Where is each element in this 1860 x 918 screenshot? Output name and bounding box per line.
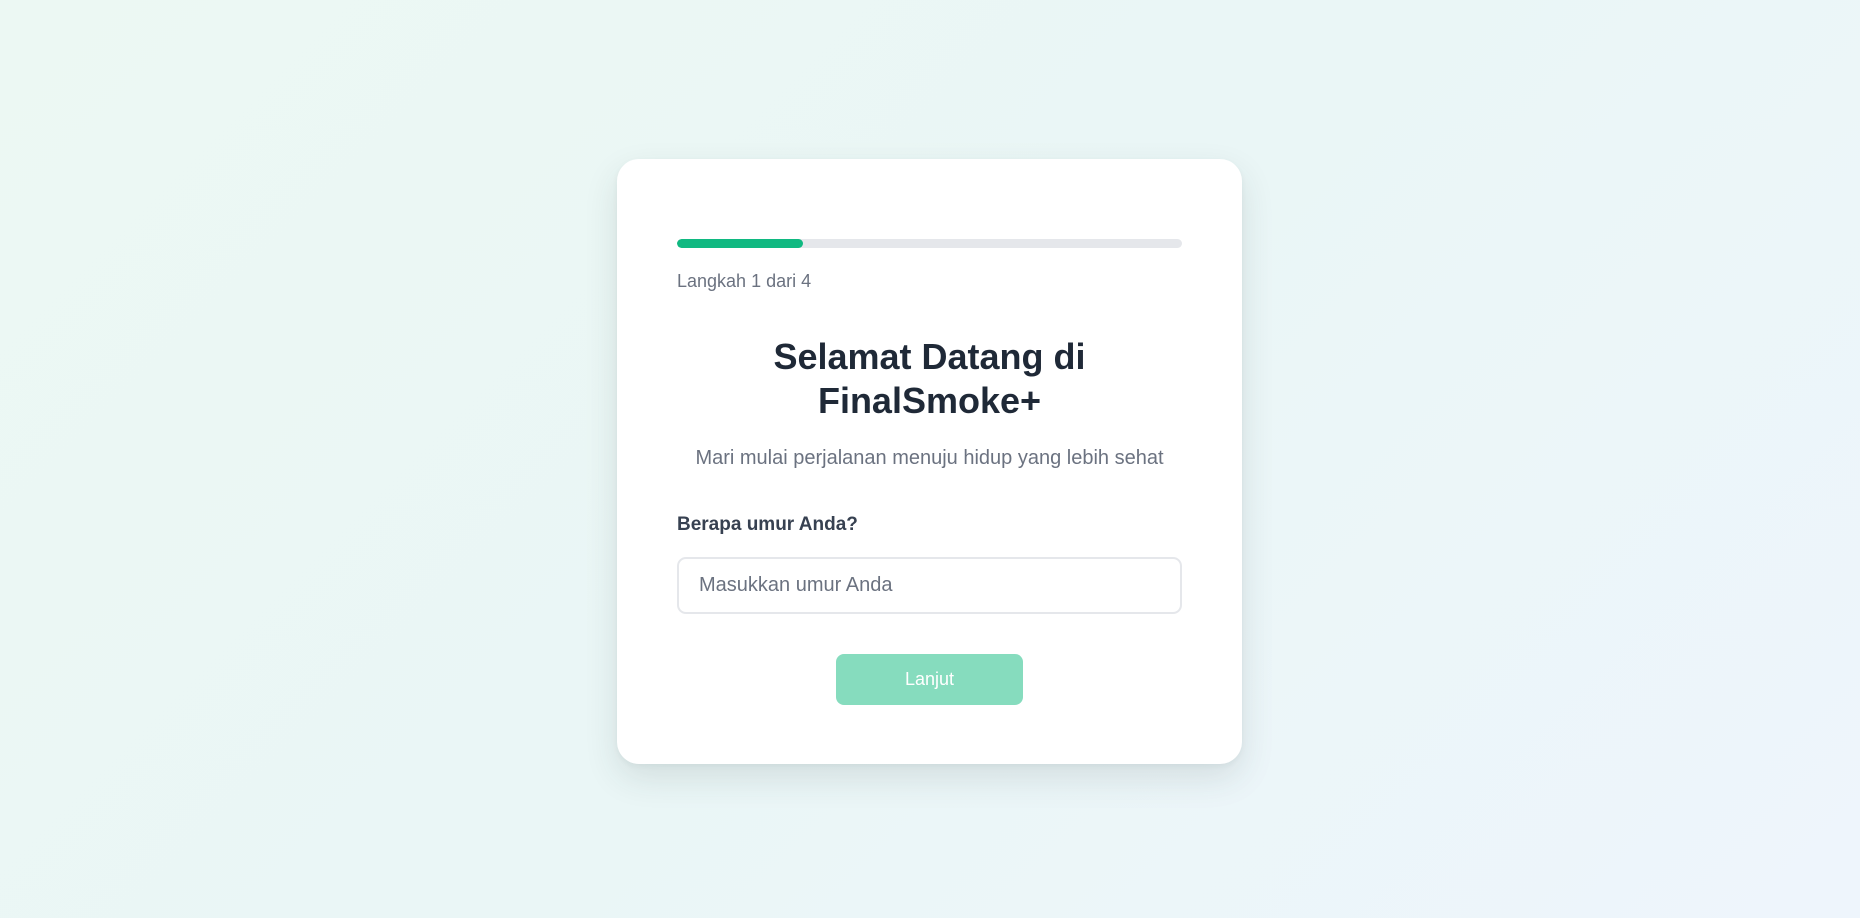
onboarding-card: Langkah 1 dari 4 Selamat Datang di Final… (617, 159, 1242, 764)
page-title: Selamat Datang di FinalSmoke+ (773, 336, 1086, 421)
next-button[interactable]: Lanjut (836, 654, 1023, 705)
progress-bar-fill (677, 239, 804, 248)
page-subtitle: Mari mulai perjalanan menuju hidup yang … (695, 447, 1164, 469)
age-input[interactable] (677, 557, 1182, 614)
progress-bar (677, 239, 1182, 248)
button-row: Lanjut (677, 654, 1182, 705)
step-indicator: Langkah 1 dari 4 (677, 271, 812, 291)
age-question-label: Berapa umur Anda? (677, 514, 858, 535)
